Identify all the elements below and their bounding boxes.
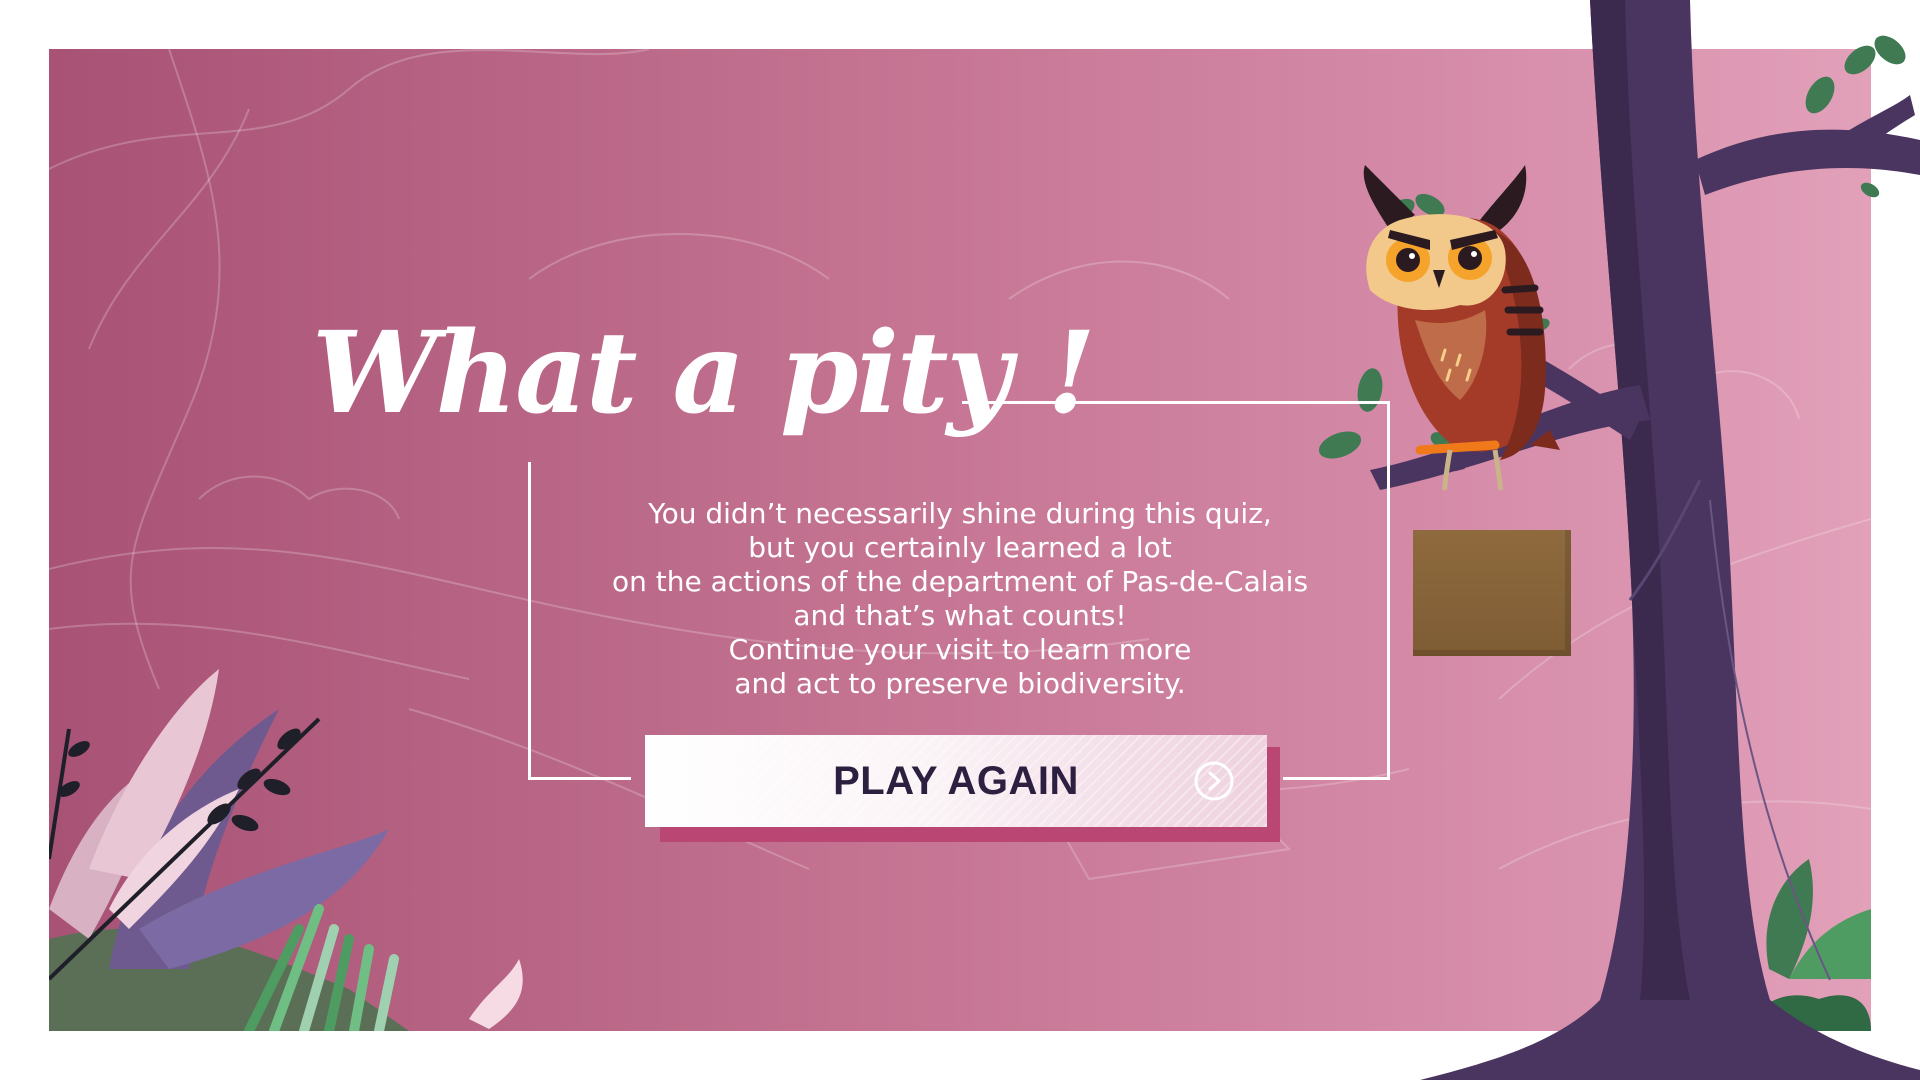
message-line: and that’s what counts!	[793, 599, 1127, 632]
plants-illustration	[49, 669, 523, 1031]
frame-line-left	[528, 462, 531, 780]
frame-line-bottom-left	[528, 777, 631, 780]
frame-line-bottom-right	[1283, 777, 1390, 780]
arrow-circle-right-icon	[1194, 761, 1234, 801]
page-title: What a pity !	[312, 308, 1096, 439]
play-again-label: PLAY AGAIN	[833, 758, 1079, 803]
message-line: on the actions of the department of Pas-…	[611, 565, 1309, 598]
message-line: You didn’t necessarily shine during this…	[648, 497, 1272, 530]
message-line: but you certainly learned a lot	[748, 531, 1172, 564]
game-screen: What a pity ! You didn’t necessarily shi…	[0, 0, 1920, 1080]
message-line: Continue your visit to learn more	[728, 633, 1192, 666]
play-again-button[interactable]: PLAY AGAIN	[645, 735, 1267, 827]
result-message: You didn’t necessarily shine during this…	[560, 497, 1360, 701]
frame-line-top	[962, 401, 1390, 404]
frame-line-right	[1387, 401, 1390, 780]
message-line: and act to preserve biodiversity.	[734, 667, 1186, 700]
owl-sign-board	[1413, 530, 1571, 656]
owl-illustration	[1363, 165, 1560, 490]
